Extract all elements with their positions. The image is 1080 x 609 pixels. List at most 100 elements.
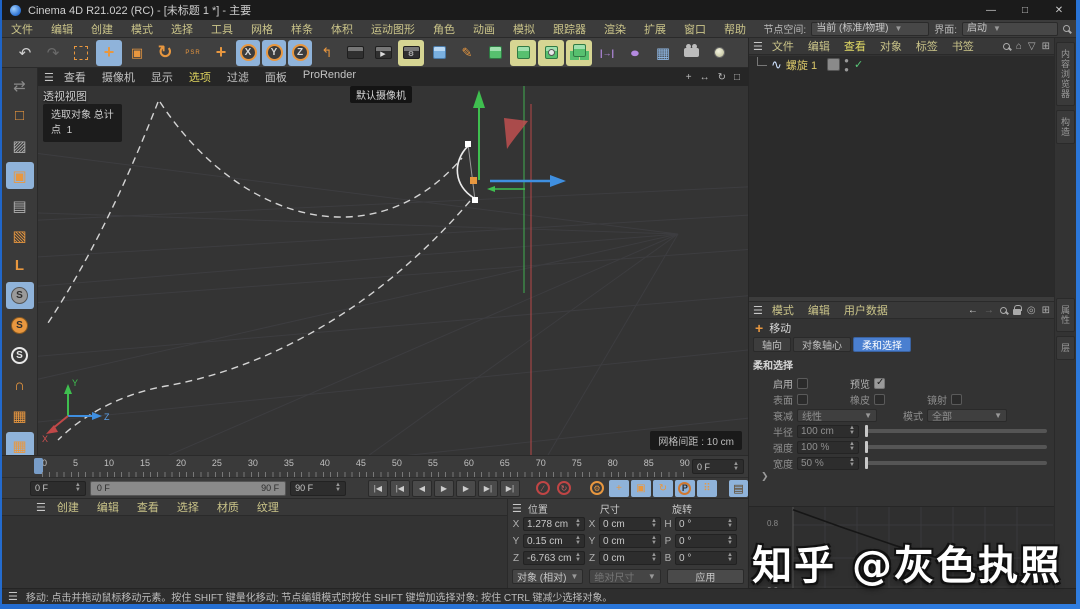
floor[interactable]: ▦ <box>650 40 676 66</box>
menu-item[interactable]: 工具 <box>202 21 242 37</box>
cloner[interactable] <box>566 39 592 66</box>
menu-item[interactable]: 模式 <box>122 21 162 37</box>
search-icon[interactable] <box>1063 25 1070 32</box>
timeline-ruler[interactable]: 0 5 10 15 20 25 30 35 40 45 50 55 60 65 70 75 80 85 90 <box>34 456 690 478</box>
last-tool-psr[interactable]: PSR <box>180 40 206 66</box>
lock-icon[interactable] <box>1012 305 1022 315</box>
undo[interactable]: ↶ <box>12 40 38 66</box>
make-editable[interactable]: ⇄ <box>6 72 34 99</box>
pan-view-icon[interactable]: + <box>686 72 692 83</box>
home-icon[interactable]: ⌂ <box>1016 41 1022 52</box>
enabled-check-icon[interactable]: ✓ <box>854 58 863 71</box>
motion-clip-button[interactable]: ▤ <box>728 479 749 497</box>
material-menu-item[interactable]: 选择 <box>168 499 208 515</box>
position-field[interactable]: 1.278 cm ▲ ▼ <box>523 517 585 531</box>
viewport-solo-single[interactable]: S <box>6 312 34 339</box>
side-tab[interactable]: 构造 <box>1056 110 1075 144</box>
position-field[interactable]: 0.15 cm ▲ ▼ <box>523 534 585 548</box>
volume[interactable]: ● <box>617 40 652 66</box>
field[interactable]: |→| <box>594 40 620 66</box>
attribute-tab[interactable]: 对象轴心 <box>793 337 851 352</box>
render-view[interactable] <box>342 40 368 66</box>
attribute-menu-item[interactable]: 模式 <box>765 302 801 318</box>
menu-item[interactable]: 渲染 <box>595 21 635 37</box>
menu-item[interactable]: 选择 <box>162 21 202 37</box>
tag-icon[interactable] <box>827 58 841 71</box>
maximize-button[interactable]: □ <box>1008 0 1042 20</box>
attribute-menu-item[interactable]: 用户数据 <box>837 302 895 318</box>
polygon-mode[interactable]: ▧ <box>6 222 34 249</box>
viewport-menu-item[interactable]: ProRender <box>295 69 364 85</box>
eraser-checkbox[interactable] <box>874 393 885 405</box>
attribute-tab[interactable]: 柔和选择 <box>853 337 911 352</box>
object-list[interactable]: ∿ 螺旋 1 ● ● ✓ <box>749 56 1055 296</box>
zoom-view-icon[interactable]: ↔ <box>700 72 710 83</box>
object-manager-menu-item[interactable]: 书签 <box>945 38 981 54</box>
back-icon[interactable]: ← <box>968 305 978 316</box>
width-slider[interactable] <box>867 457 1047 469</box>
menu-item[interactable]: 扩展 <box>635 21 675 37</box>
light[interactable] <box>706 40 732 66</box>
key-parameter[interactable]: P <box>674 479 695 497</box>
menu-item[interactable]: 模拟 <box>504 21 544 37</box>
stepper-icon[interactable]: ▲ ▼ <box>335 482 341 493</box>
stepper-icon[interactable]: ▲ ▼ <box>75 482 81 493</box>
object-manager-hamburger-icon[interactable]: ☰ <box>753 40 763 53</box>
play[interactable]: ▶ <box>433 479 454 497</box>
camera[interactable] <box>678 40 704 66</box>
coordinates-hamburger-icon[interactable]: ☰ <box>512 502 522 515</box>
range-start-field[interactable]: 0 F ▲ ▼ <box>30 480 86 496</box>
expand-curve-arrow[interactable]: ❯ <box>749 471 1055 482</box>
object-manager-menu-item[interactable]: 查看 <box>837 38 873 54</box>
side-tab[interactable]: 内容浏览器 <box>1056 42 1075 106</box>
material-hamburger-icon[interactable]: ☰ <box>36 501 46 514</box>
deformer[interactable] <box>538 39 564 66</box>
key-point-level[interactable]: ⠿ <box>696 479 717 497</box>
render-settings[interactable]: ⚙ <box>398 39 424 66</box>
rotate-tool[interactable]: ↻ <box>152 40 178 66</box>
next-frame[interactable]: ▶ <box>455 479 476 497</box>
menu-item[interactable]: 体积 <box>322 21 362 37</box>
menu-item[interactable]: 角色 <box>424 21 464 37</box>
strength-field[interactable]: 100 % ▲ ▼ <box>797 440 859 454</box>
key-rotation[interactable]: ↻ <box>652 479 673 497</box>
visibility-dots-icon[interactable]: ● ● <box>844 56 850 74</box>
object-manager-menu-item[interactable]: 文件 <box>765 38 801 54</box>
viewport-menu-item[interactable]: 显示 <box>143 69 181 85</box>
search-icon[interactable] <box>999 306 1007 314</box>
generator[interactable] <box>510 39 536 66</box>
viewport-menu-item[interactable]: 查看 <box>56 69 94 85</box>
menu-item[interactable]: 网格 <box>242 21 282 37</box>
search-icon[interactable] <box>1002 42 1010 50</box>
size-field[interactable]: 0 cm ▲ ▼ <box>599 551 661 565</box>
size-mode-select[interactable]: 绝对尺寸 ▼ <box>589 569 661 584</box>
stepper-icon[interactable]: ▲ ▼ <box>733 461 739 472</box>
close-button[interactable]: ✕ <box>1042 0 1076 20</box>
lock-y-axis[interactable]: Y <box>262 39 286 66</box>
menu-item[interactable]: 窗口 <box>675 21 715 37</box>
scale-tool[interactable]: ▣ <box>124 40 150 66</box>
previous-key[interactable]: |◀ <box>389 479 410 497</box>
viewport-menu-item[interactable]: 选项 <box>181 69 219 85</box>
material-menu-item[interactable]: 材质 <box>208 499 248 515</box>
object-manager-menu-item[interactable]: 对象 <box>873 38 909 54</box>
primitive-cube[interactable] <box>426 40 452 66</box>
rotate-view-icon[interactable]: ↻ <box>718 72 726 83</box>
workplane[interactable]: ▦ <box>6 402 34 429</box>
螺旋 1[interactable]: ∿ 螺旋 1 ● ● ✓ <box>753 56 863 74</box>
key-position[interactable]: + <box>608 479 629 497</box>
subdivision-surface[interactable] <box>482 40 508 66</box>
viewport-menu-item[interactable]: 过滤 <box>219 69 257 85</box>
material-menu-item[interactable]: 创建 <box>48 499 88 515</box>
side-tab[interactable]: 属性 <box>1056 298 1075 332</box>
current-frame-field[interactable]: 0 F ▲ ▼ <box>692 459 744 474</box>
lock-x-axis[interactable]: X <box>236 39 260 66</box>
point-mode[interactable]: ▣ <box>5 162 34 189</box>
rotation-field[interactable]: 0 ° ▲ ▼ <box>675 551 737 565</box>
key-scale[interactable]: ▣ <box>630 479 651 497</box>
model-mode[interactable]: □ <box>6 102 34 129</box>
viewport-solo-hierarchy[interactable]: S <box>6 342 34 369</box>
menu-item[interactable]: 创建 <box>82 21 122 37</box>
rotation-field[interactable]: 0 ° ▲ ▼ <box>675 534 737 548</box>
go-to-start[interactable]: |◀ <box>367 479 388 497</box>
